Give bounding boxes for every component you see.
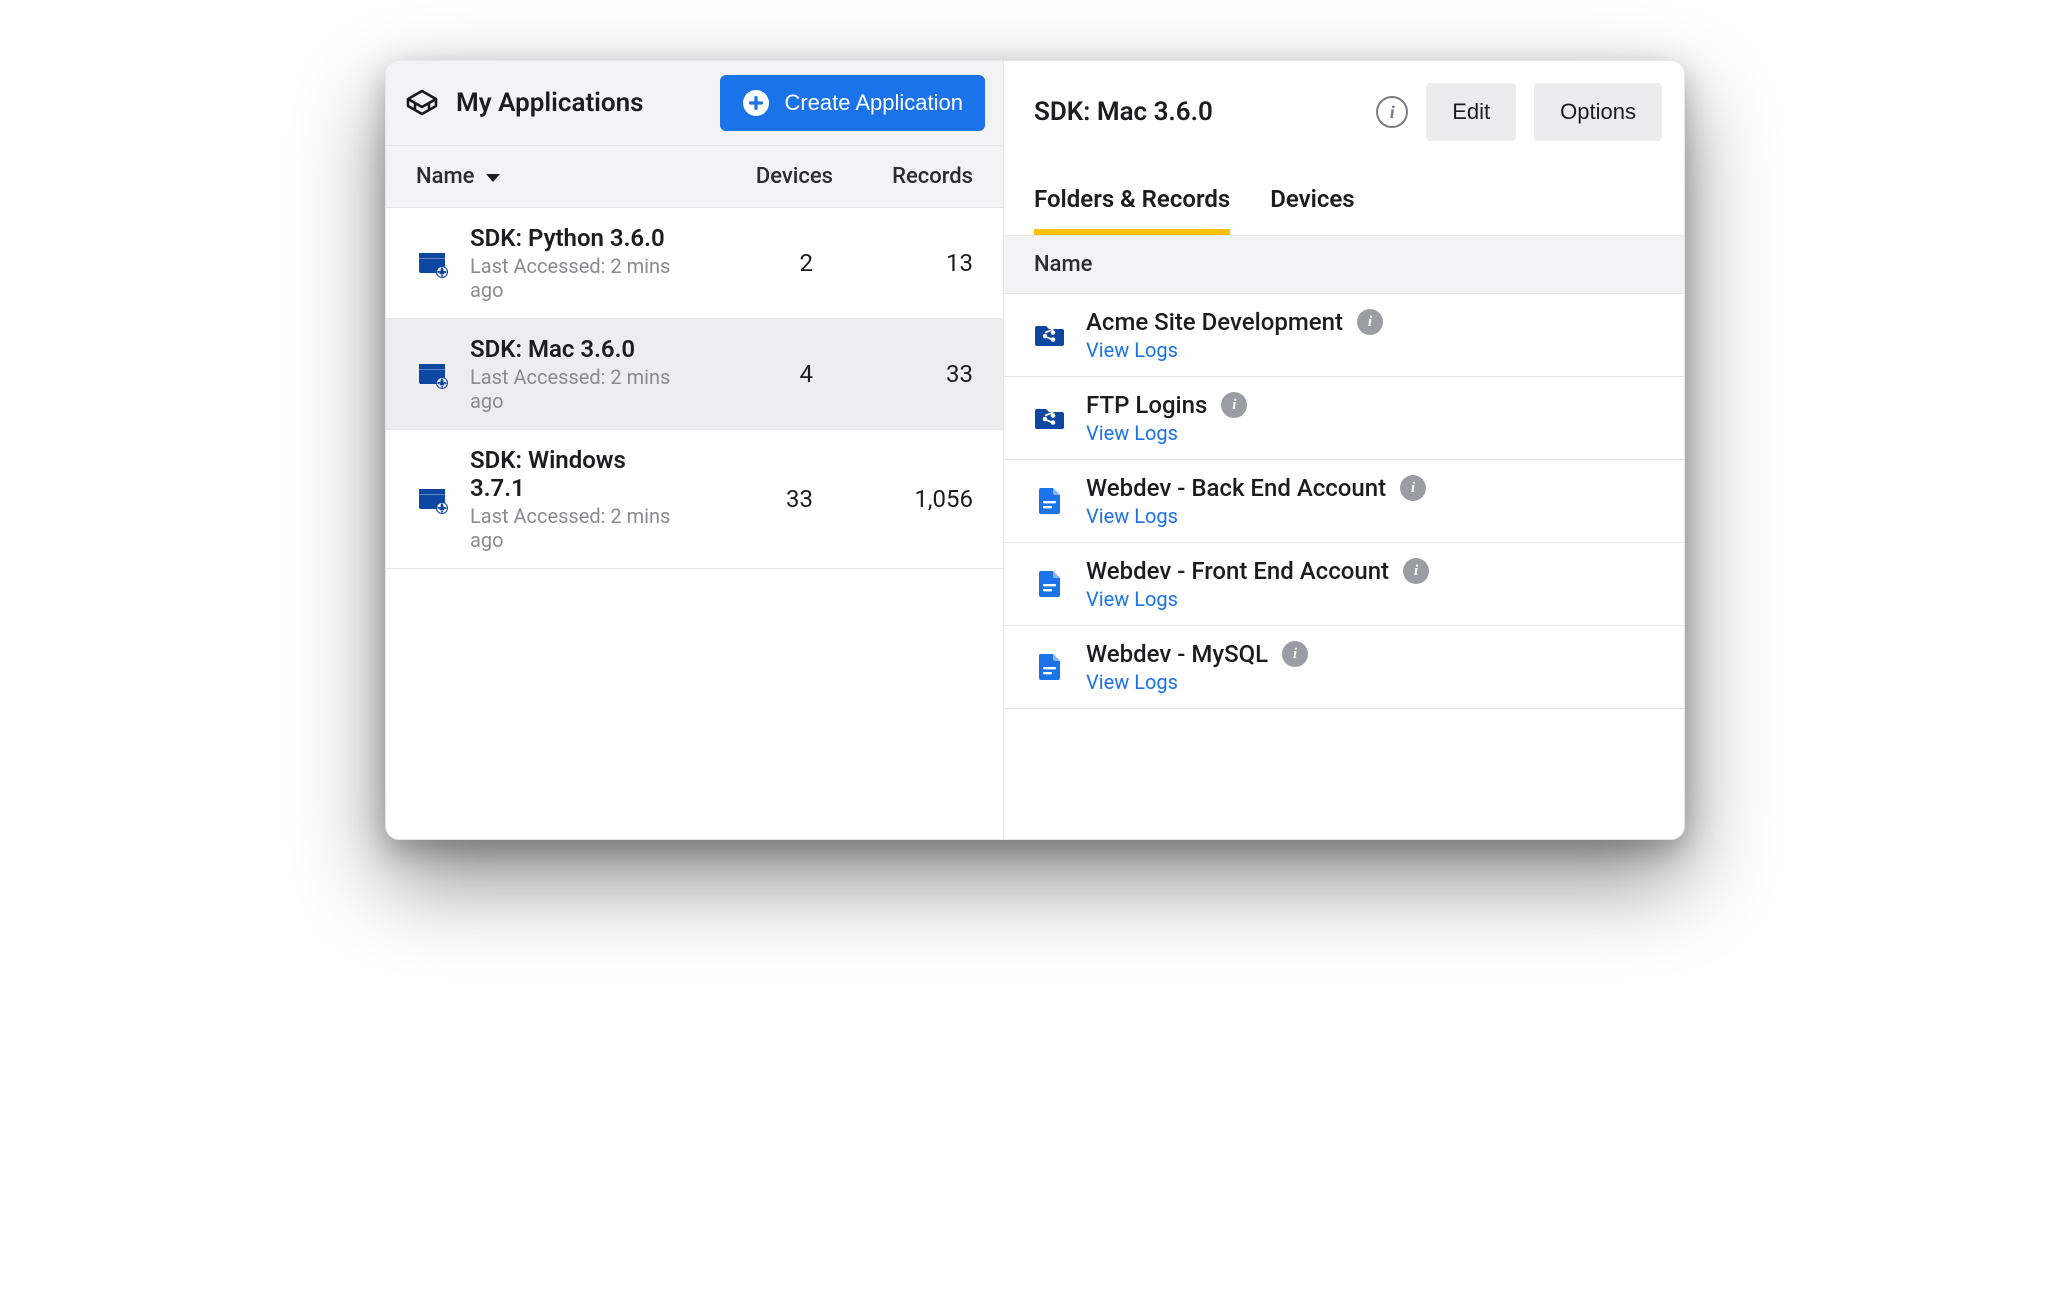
record-info-icon[interactable]: i	[1282, 641, 1308, 667]
view-logs-link[interactable]: View Logs	[1086, 587, 1429, 611]
applications-list: SDK: Python 3.6.0Last Accessed: 2 mins a…	[386, 208, 1003, 569]
application-name: SDK: Python 3.6.0	[470, 224, 673, 252]
record-row[interactable]: Webdev - Front End Account i View Logs	[1004, 543, 1684, 626]
create-application-button[interactable]: Create Application	[720, 75, 985, 131]
record-info-icon[interactable]: i	[1400, 475, 1426, 501]
application-gear-icon	[416, 358, 450, 390]
document-icon	[1034, 651, 1066, 683]
application-records-count: 1,056	[833, 485, 973, 513]
record-body: Webdev - Front End Account i View Logs	[1086, 557, 1429, 611]
options-button[interactable]: Options	[1534, 83, 1662, 141]
column-header-records[interactable]: Records	[833, 164, 973, 189]
record-row[interactable]: FTP Logins i View Logs	[1004, 377, 1684, 460]
application-devices-count: 4	[693, 360, 813, 388]
application-devices-count: 2	[693, 249, 813, 277]
application-labels: SDK: Windows 3.7.1Last Accessed: 2 mins …	[470, 446, 673, 552]
applications-title: My Applications	[456, 88, 704, 118]
record-name: Webdev - MySQL	[1086, 640, 1268, 668]
edit-button[interactable]: Edit	[1426, 83, 1516, 141]
share-folder-icon	[1034, 319, 1066, 351]
application-devices-count: 33	[693, 485, 813, 513]
record-name: Webdev - Front End Account	[1086, 557, 1389, 585]
application-row[interactable]: SDK: Python 3.6.0Last Accessed: 2 mins a…	[386, 208, 1003, 319]
application-row[interactable]: SDK: Mac 3.6.0Last Accessed: 2 mins ago 4…	[386, 319, 1003, 430]
document-icon	[1034, 485, 1066, 517]
record-name: Acme Site Development	[1086, 308, 1343, 336]
application-last-accessed: Last Accessed: 2 mins ago	[470, 504, 673, 552]
applications-pane: My Applications Create Application Name …	[386, 61, 1004, 839]
application-name: SDK: Mac 3.6.0	[470, 335, 673, 363]
document-icon	[1034, 568, 1066, 600]
records-list: Acme Site DevelopmentiView LogsFTP Login…	[1004, 294, 1684, 709]
record-info-icon[interactable]: i	[1403, 558, 1429, 584]
app-window: My Applications Create Application Name …	[385, 60, 1685, 840]
brand-logo-icon	[404, 87, 440, 119]
application-name: SDK: Windows 3.7.1	[470, 446, 673, 502]
detail-header: SDK: Mac 3.6.0 i Edit Options	[1004, 61, 1684, 151]
record-body: FTP Logins i View Logs	[1086, 391, 1247, 445]
share-folder-icon	[1034, 402, 1066, 434]
applications-column-headers: Name Devices Records	[386, 146, 1003, 208]
application-labels: SDK: Mac 3.6.0Last Accessed: 2 mins ago	[470, 335, 673, 413]
application-gear-icon	[416, 247, 450, 279]
caret-down-icon	[482, 168, 504, 186]
application-row[interactable]: SDK: Windows 3.7.1Last Accessed: 2 mins …	[386, 430, 1003, 569]
detail-info-icon[interactable]: i	[1376, 96, 1408, 128]
detail-pane: SDK: Mac 3.6.0 i Edit Options Folders & …	[1004, 61, 1684, 839]
record-row[interactable]: Acme Site Development i View Logs	[1004, 294, 1684, 377]
create-application-label: Create Application	[784, 90, 963, 116]
view-logs-link[interactable]: View Logs	[1086, 504, 1426, 528]
record-info-icon[interactable]: i	[1357, 309, 1383, 335]
column-header-devices[interactable]: Devices	[713, 164, 833, 189]
record-body: Webdev - MySQL i View Logs	[1086, 640, 1308, 694]
view-logs-link[interactable]: View Logs	[1086, 670, 1308, 694]
view-logs-link[interactable]: View Logs	[1086, 338, 1383, 362]
application-last-accessed: Last Accessed: 2 mins ago	[470, 254, 673, 302]
application-labels: SDK: Python 3.6.0Last Accessed: 2 mins a…	[470, 224, 673, 302]
detail-title: SDK: Mac 3.6.0	[1034, 97, 1358, 127]
application-records-count: 13	[833, 249, 973, 277]
column-header-name-label: Name	[416, 164, 474, 189]
record-row[interactable]: Webdev - Back End Account i View Logs	[1004, 460, 1684, 543]
tab-folders-records[interactable]: Folders & Records	[1034, 185, 1230, 235]
applications-header: My Applications Create Application	[386, 61, 1003, 146]
records-column-header-name: Name	[1004, 236, 1684, 294]
record-name: Webdev - Back End Account	[1086, 474, 1386, 502]
application-gear-icon	[416, 483, 450, 515]
record-body: Webdev - Back End Account i View Logs	[1086, 474, 1426, 528]
application-last-accessed: Last Accessed: 2 mins ago	[470, 365, 673, 413]
record-body: Acme Site Development i View Logs	[1086, 308, 1383, 362]
record-info-icon[interactable]: i	[1221, 392, 1247, 418]
detail-tabs: Folders & Records Devices	[1004, 151, 1684, 236]
plus-circle-icon	[742, 89, 770, 117]
view-logs-link[interactable]: View Logs	[1086, 421, 1247, 445]
tab-devices[interactable]: Devices	[1270, 185, 1354, 235]
column-header-name[interactable]: Name	[416, 164, 713, 189]
record-name: FTP Logins	[1086, 391, 1207, 419]
application-records-count: 33	[833, 360, 973, 388]
record-row[interactable]: Webdev - MySQL i View Logs	[1004, 626, 1684, 709]
